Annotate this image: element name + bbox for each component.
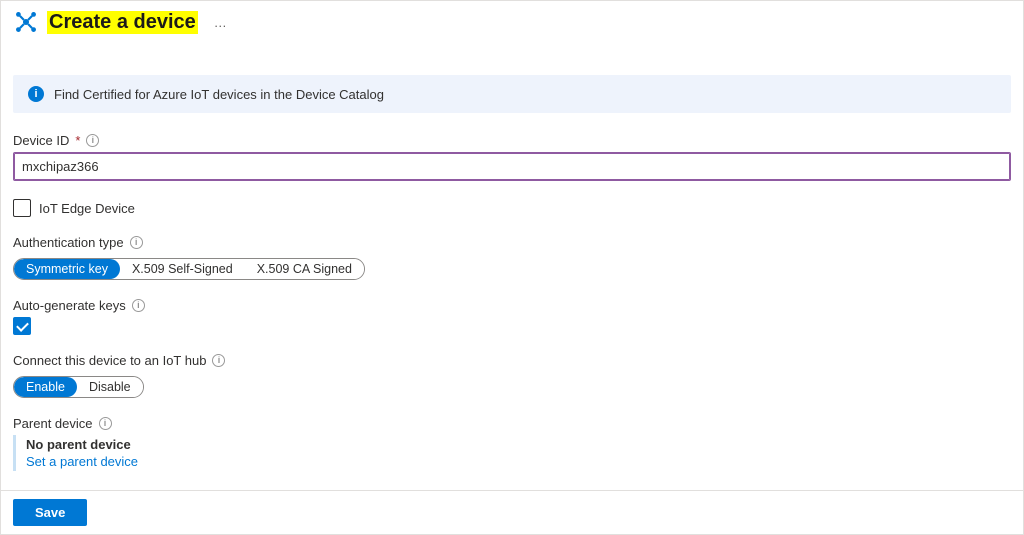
connect-hub-option[interactable]: Disable — [77, 377, 143, 397]
autogen-label: Auto-generate keys — [13, 298, 126, 313]
iot-edge-row: IoT Edge Device — [13, 199, 1011, 217]
connect-hub-option[interactable]: Enable — [14, 377, 77, 397]
connect-hub-group: EnableDisable — [13, 376, 144, 398]
parent-device-label: Parent device — [13, 416, 93, 431]
connect-hub-field: Connect this device to an IoT hub i Enab… — [13, 353, 1011, 398]
auth-type-field: Authentication type i Symmetric keyX.509… — [13, 235, 1011, 280]
parent-device-none: No parent device — [26, 437, 1011, 452]
required-mark: * — [75, 133, 80, 148]
auth-type-option[interactable]: X.509 Self-Signed — [120, 259, 245, 279]
auth-type-option[interactable]: Symmetric key — [14, 259, 120, 279]
parent-device-field: Parent device i No parent device Set a p… — [13, 416, 1011, 471]
device-catalog-banner[interactable]: i Find Certified for Azure IoT devices i… — [13, 75, 1011, 113]
set-parent-link[interactable]: Set a parent device — [26, 454, 138, 469]
autogen-checkbox[interactable] — [13, 317, 31, 335]
autogen-field: Auto-generate keys i — [13, 298, 1011, 335]
info-hint-icon[interactable]: i — [212, 354, 225, 367]
info-icon: i — [28, 86, 44, 102]
page-header: Create a device … — [13, 9, 1011, 35]
parent-device-block: No parent device Set a parent device — [13, 435, 1011, 471]
iot-edge-label: IoT Edge Device — [39, 201, 135, 216]
auth-type-group: Symmetric keyX.509 Self-SignedX.509 CA S… — [13, 258, 365, 280]
iot-hub-icon — [13, 9, 39, 35]
device-id-label: Device ID — [13, 133, 69, 148]
footer-bar: Save — [1, 490, 1023, 534]
auth-type-option[interactable]: X.509 CA Signed — [245, 259, 364, 279]
page-title: Create a device — [47, 11, 198, 34]
info-hint-icon[interactable]: i — [99, 417, 112, 430]
info-hint-icon[interactable]: i — [86, 134, 99, 147]
device-id-input[interactable] — [13, 152, 1011, 181]
device-id-field: Device ID * i — [13, 133, 1011, 181]
save-button[interactable]: Save — [13, 499, 87, 526]
connect-hub-label: Connect this device to an IoT hub — [13, 353, 206, 368]
auth-type-label: Authentication type — [13, 235, 124, 250]
iot-edge-checkbox[interactable] — [13, 199, 31, 217]
info-hint-icon[interactable]: i — [132, 299, 145, 312]
more-menu[interactable]: … — [206, 15, 228, 30]
banner-text: Find Certified for Azure IoT devices in … — [54, 87, 384, 102]
info-hint-icon[interactable]: i — [130, 236, 143, 249]
